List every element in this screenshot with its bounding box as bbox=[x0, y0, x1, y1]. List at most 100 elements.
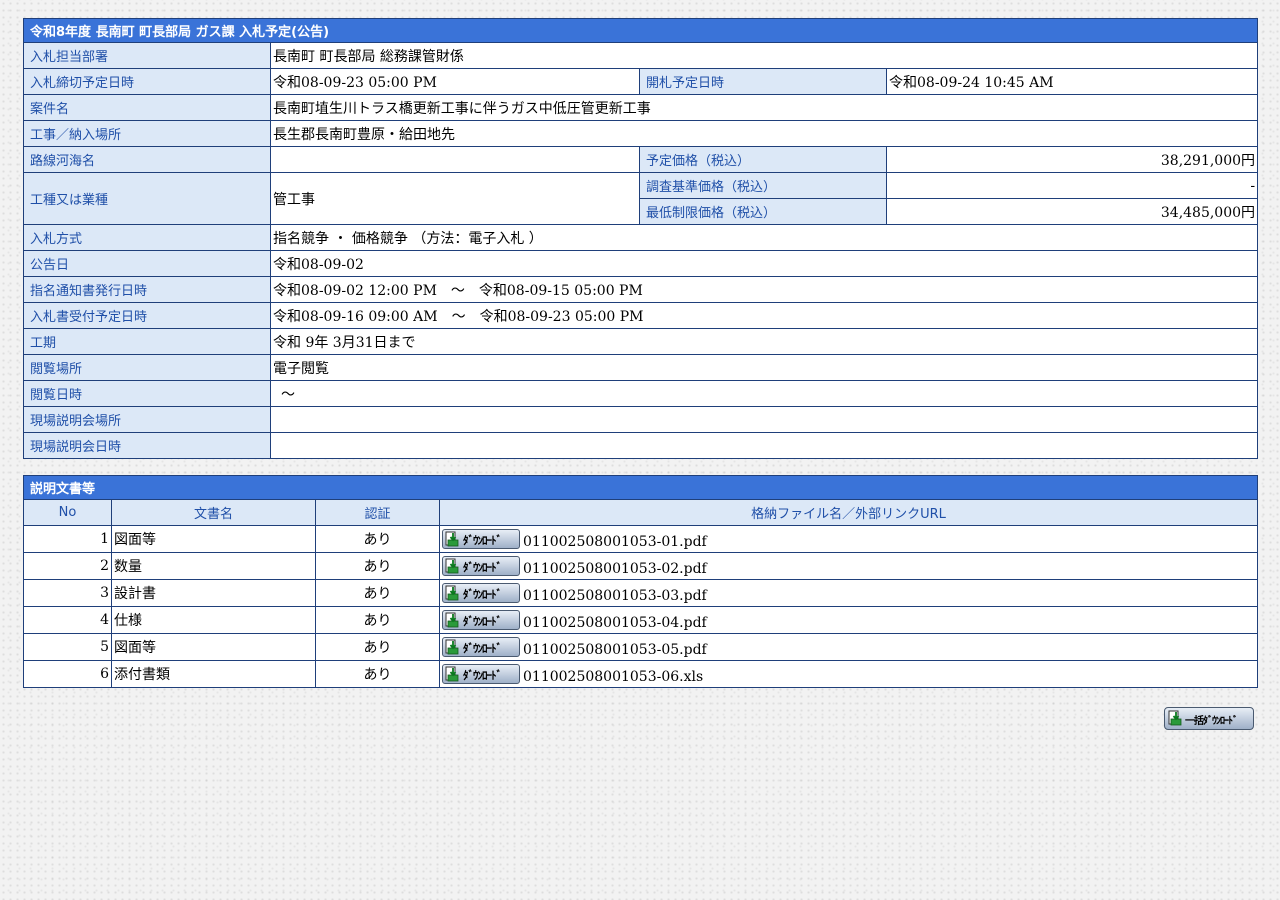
doc-file-name: 011002508001053-04.pdf bbox=[523, 615, 707, 631]
row-period: 工期 令和 9年 3月31日まで bbox=[23, 328, 1259, 355]
row-name: 案件名 長南町埴生川トラス橋更新工事に伴うガス中低圧管更新工事 bbox=[23, 94, 1259, 121]
label-site-place: 現場説明会場所 bbox=[23, 406, 271, 433]
doc-auth: あり bbox=[315, 579, 440, 607]
value-min-price: 34,485,000円 bbox=[885, 198, 1259, 225]
value-survey-price: - bbox=[885, 172, 1259, 199]
header-no: No bbox=[23, 499, 112, 526]
doc-no: 5 bbox=[23, 633, 112, 661]
row-deadline: 入札締切予定日時 令和08-09-23 05:00 PM 開札予定日時 令和08… bbox=[23, 68, 1259, 95]
documents-section: 説明文書等 No 文書名 認証 格納ファイル名／外部リンクURL 1 図面等 ありﾀ… bbox=[22, 475, 1259, 688]
doc-file-cell: ﾀﾞｳﾝﾛｰﾄﾞ 011002508001053-04.pdf bbox=[438, 606, 1259, 634]
row-route: 路線河海名 予定価格（税込） 38,291,000円 bbox=[23, 146, 1259, 173]
row-notice: 公告日 令和08-09-02 bbox=[23, 250, 1259, 277]
label-view-place: 閲覧場所 bbox=[23, 354, 271, 381]
doc-file-cell: ﾀﾞｳﾝﾛｰﾄﾞ 011002508001053-02.pdf bbox=[438, 552, 1259, 580]
doc-auth: あり bbox=[315, 606, 440, 634]
value-work-type: 管工事 bbox=[270, 172, 640, 225]
value-route bbox=[270, 146, 640, 173]
row-type: 工種又は業種 管工事 調査基準価格（税込） - bbox=[23, 172, 1259, 225]
label-project-name: 案件名 bbox=[23, 94, 271, 121]
download-button[interactable]: ﾀﾞｳﾝﾛｰﾄﾞ bbox=[442, 556, 520, 576]
table-row: 2 数量 あり ﾀﾞｳﾝﾛｰﾄﾞ 011002508001053-02.pdf bbox=[23, 552, 1259, 580]
download-button[interactable]: ﾀﾞｳﾝﾛｰﾄﾞ bbox=[442, 664, 520, 684]
value-view-place: 電子閲覧 bbox=[269, 354, 1259, 381]
download-label: ﾀﾞｳﾝﾛｰﾄﾞ bbox=[463, 615, 502, 628]
doc-file-name: 011002508001053-02.pdf bbox=[523, 561, 707, 577]
doc-auth: あり bbox=[315, 552, 440, 580]
label-place: 工事／納入場所 bbox=[23, 120, 271, 147]
value-notice-date: 令和08-09-02 bbox=[269, 250, 1259, 277]
table-row: 5 図面等 あり ﾀﾞｳﾝﾛｰﾄﾞ 011002508001053-05.pdf bbox=[23, 633, 1259, 661]
doc-name: 設計書 bbox=[111, 579, 316, 607]
documents-header-row: No 文書名 認証 格納ファイル名／外部リンクURL bbox=[23, 499, 1259, 526]
download-button[interactable]: ﾀﾞｳﾝﾛｰﾄﾞ bbox=[442, 610, 520, 630]
value-planned-price: 38,291,000円 bbox=[885, 146, 1259, 173]
label-site-time: 現場説明会日時 bbox=[23, 432, 271, 459]
doc-name: 数量 bbox=[111, 552, 316, 580]
label-route: 路線河海名 bbox=[23, 146, 271, 173]
tender-info-title: 令和8年度 長南町 町長部局 ガス課 入札予定(公告) bbox=[22, 18, 1259, 43]
download-button[interactable]: ﾀﾞｳﾝﾛｰﾄﾞ bbox=[442, 637, 520, 657]
download-button[interactable]: ﾀﾞｳﾝﾛｰﾄﾞ bbox=[442, 529, 520, 549]
doc-no: 6 bbox=[23, 660, 112, 688]
download-label: ﾀﾞｳﾝﾛｰﾄﾞ bbox=[463, 669, 502, 682]
value-project-name: 長南町埴生川トラス橋更新工事に伴うガス中低圧管更新工事 bbox=[269, 94, 1259, 121]
table-row: 6 添付書類 あり ﾀﾞｳﾝﾛｰﾄﾞ 011002508001053-06.xls bbox=[23, 660, 1259, 688]
label-open-date: 開札予定日時 bbox=[639, 68, 887, 95]
label-notice-date: 公告日 bbox=[23, 250, 271, 277]
value-deadline: 令和08-09-23 05:00 PM bbox=[270, 68, 640, 95]
label-reception: 入札書受付予定日時 bbox=[23, 302, 271, 329]
label-survey-price: 調査基準価格（税込） bbox=[639, 172, 887, 199]
value-method: 指名競争 ・ 価格競争 （方法：電子入札 ） bbox=[269, 224, 1259, 251]
doc-name: 仕様 bbox=[111, 606, 316, 634]
value-site-time bbox=[269, 432, 1259, 459]
row-place: 工事／納入場所 長生郡長南町豊原・給田地先 bbox=[23, 120, 1259, 147]
download-label: ﾀﾞｳﾝﾛｰﾄﾞ bbox=[463, 642, 502, 655]
doc-no: 3 bbox=[23, 579, 112, 607]
table-row: 4 仕様 あり ﾀﾞｳﾝﾛｰﾄﾞ 011002508001053-04.pdf bbox=[23, 606, 1259, 634]
row-view-time: 閲覧日時 ～ bbox=[23, 380, 1259, 407]
bulk-download-button[interactable]: 一括ﾀﾞｳﾝﾛｰﾄﾞ bbox=[1164, 707, 1254, 730]
value-dept: 長南町 町長部局 総務課管財係 bbox=[269, 42, 1259, 69]
download-icon bbox=[1168, 710, 1182, 726]
bulk-download-label: 一括ﾀﾞｳﾝﾛｰﾄﾞ bbox=[1185, 716, 1238, 727]
label-dept: 入札担当部署 bbox=[23, 42, 271, 69]
doc-auth: あり bbox=[315, 660, 440, 688]
value-view-time: ～ bbox=[269, 380, 1259, 407]
download-icon bbox=[445, 612, 459, 628]
value-reception: 令和08-09-16 09:00 AM ～ 令和08-09-23 05:00 P… bbox=[269, 302, 1259, 329]
doc-file-cell: ﾀﾞｳﾝﾛｰﾄﾞ 011002508001053-03.pdf bbox=[438, 579, 1259, 607]
doc-no: 2 bbox=[23, 552, 112, 580]
value-open-date: 令和08-09-24 10:45 AM bbox=[885, 68, 1259, 95]
table-row: 1 図面等 あり ﾀﾞｳﾝﾛｰﾄﾞ 011002508001053-01.pdf bbox=[23, 525, 1259, 553]
doc-name: 添付書類 bbox=[111, 660, 316, 688]
label-deadline: 入札締切予定日時 bbox=[23, 68, 271, 95]
documents-title: 説明文書等 bbox=[22, 475, 1259, 500]
row-nomination: 指名通知書発行日時 令和08-09-02 12:00 PM ～ 令和08-09-… bbox=[23, 276, 1259, 303]
label-nomination: 指名通知書発行日時 bbox=[23, 276, 271, 303]
label-period: 工期 bbox=[23, 328, 271, 355]
doc-file-name: 011002508001053-06.xls bbox=[523, 669, 704, 685]
label-planned-price: 予定価格（税込） bbox=[639, 146, 887, 173]
value-place: 長生郡長南町豊原・給田地先 bbox=[269, 120, 1259, 147]
download-button[interactable]: ﾀﾞｳﾝﾛｰﾄﾞ bbox=[442, 583, 520, 603]
row-site-place: 現場説明会場所 bbox=[23, 406, 1259, 433]
label-view-time: 閲覧日時 bbox=[23, 380, 271, 407]
row-view-place: 閲覧場所 電子閲覧 bbox=[23, 354, 1259, 381]
doc-file-cell: ﾀﾞｳﾝﾛｰﾄﾞ 011002508001053-06.xls bbox=[438, 660, 1259, 688]
download-icon bbox=[445, 585, 459, 601]
download-label: ﾀﾞｳﾝﾛｰﾄﾞ bbox=[463, 534, 502, 547]
download-label: ﾀﾞｳﾝﾛｰﾄﾞ bbox=[463, 588, 502, 601]
label-work-type: 工種又は業種 bbox=[23, 172, 271, 225]
label-method: 入札方式 bbox=[23, 224, 271, 251]
value-site-place bbox=[269, 406, 1259, 433]
label-min-price: 最低制限価格（税込） bbox=[639, 198, 887, 225]
row-method: 入札方式 指名競争 ・ 価格競争 （方法：電子入札 ） bbox=[23, 224, 1259, 251]
doc-file-name: 011002508001053-03.pdf bbox=[523, 588, 707, 604]
row-site-time: 現場説明会日時 bbox=[23, 432, 1259, 459]
value-period: 令和 9年 3月31日まで bbox=[269, 328, 1259, 355]
download-icon bbox=[445, 531, 459, 547]
doc-file-cell: ﾀﾞｳﾝﾛｰﾄﾞ 011002508001053-05.pdf bbox=[438, 633, 1259, 661]
row-reception: 入札書受付予定日時 令和08-09-16 09:00 AM ～ 令和08-09-… bbox=[23, 302, 1259, 329]
doc-no: 1 bbox=[23, 525, 112, 553]
